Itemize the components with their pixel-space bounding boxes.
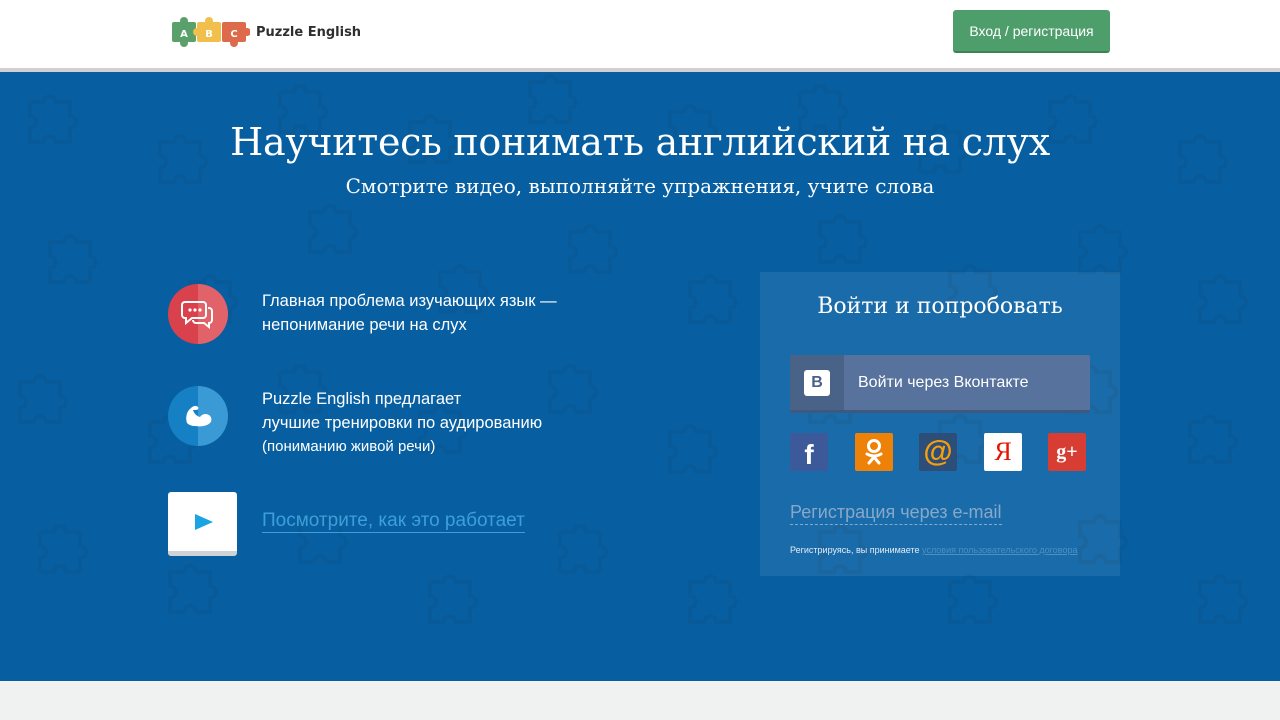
login-panel-title: Войти и попробовать xyxy=(817,294,1063,319)
feature-2-line-1: Puzzle English предлагает xyxy=(262,390,462,408)
logo-letter-a: A xyxy=(180,29,188,40)
hero-section: Научитесь понимать английский на слух См… xyxy=(0,72,1280,681)
odnoklassniki-icon[interactable] xyxy=(855,433,893,471)
vk-login-label: Войти через Вконтакте xyxy=(858,373,1029,391)
vk-login-button[interactable]: В Войти через Вконтакте xyxy=(790,355,1090,413)
social-login-row: f @ Я g+ xyxy=(790,433,1090,471)
logo-text: Puzzle English xyxy=(256,24,362,40)
hero-subtitle: Смотрите видео, выполняйте упражнения, у… xyxy=(345,174,935,198)
play-icon xyxy=(195,514,213,530)
video-thumbnail[interactable] xyxy=(168,492,237,556)
google-plus-icon[interactable]: g+ xyxy=(1048,433,1086,471)
mail-ru-icon[interactable]: @ xyxy=(919,433,957,471)
terms-notice: Регистрируясь, вы принимаете условия пол… xyxy=(790,545,1077,555)
email-registration-link[interactable]: Регистрация через e-mail xyxy=(790,500,1002,525)
hero-title: Научитесь понимать английский на слух xyxy=(230,120,1050,164)
feature-2-line-3: (пониманию живой речи) xyxy=(262,438,436,455)
bicep-icon xyxy=(168,386,228,446)
logo-letter-c: C xyxy=(230,29,237,40)
facebook-icon[interactable]: f xyxy=(790,433,828,471)
watch-how-it-works-link[interactable]: Посмотрите, как это работает xyxy=(262,510,525,533)
vk-icon: В xyxy=(790,355,844,410)
feature-1-line-2: непонимание речи на слух xyxy=(262,316,467,334)
feature-1-line-1: Главная проблема изучающих язык — xyxy=(262,292,557,310)
speech-bubbles-icon xyxy=(168,284,228,344)
login-register-button[interactable]: Вход / регистрация xyxy=(953,10,1110,53)
terms-text: Регистрируясь, вы принимаете xyxy=(790,545,920,555)
logo[interactable]: A B C Puzzle English xyxy=(170,16,361,48)
feature-2-line-2: лучшие тренировки по аудированию xyxy=(262,414,543,432)
page-footer-strip xyxy=(0,681,1280,720)
terms-link[interactable]: условия пользовательского договора xyxy=(922,545,1077,555)
logo-letter-b: B xyxy=(205,29,213,40)
site-header: A B C Puzzle English Вход / регистрация xyxy=(0,0,1280,68)
login-panel: Войти и попробовать В Войти через Вконта… xyxy=(760,272,1120,576)
feature-listening-problem: Главная проблема изучающих язык — непони… xyxy=(168,284,557,344)
yandex-icon[interactable]: Я xyxy=(984,433,1022,471)
puzzle-logo-icon: A B C xyxy=(172,17,250,47)
feature-training: Puzzle English предлагает лучшие трениро… xyxy=(168,386,542,455)
